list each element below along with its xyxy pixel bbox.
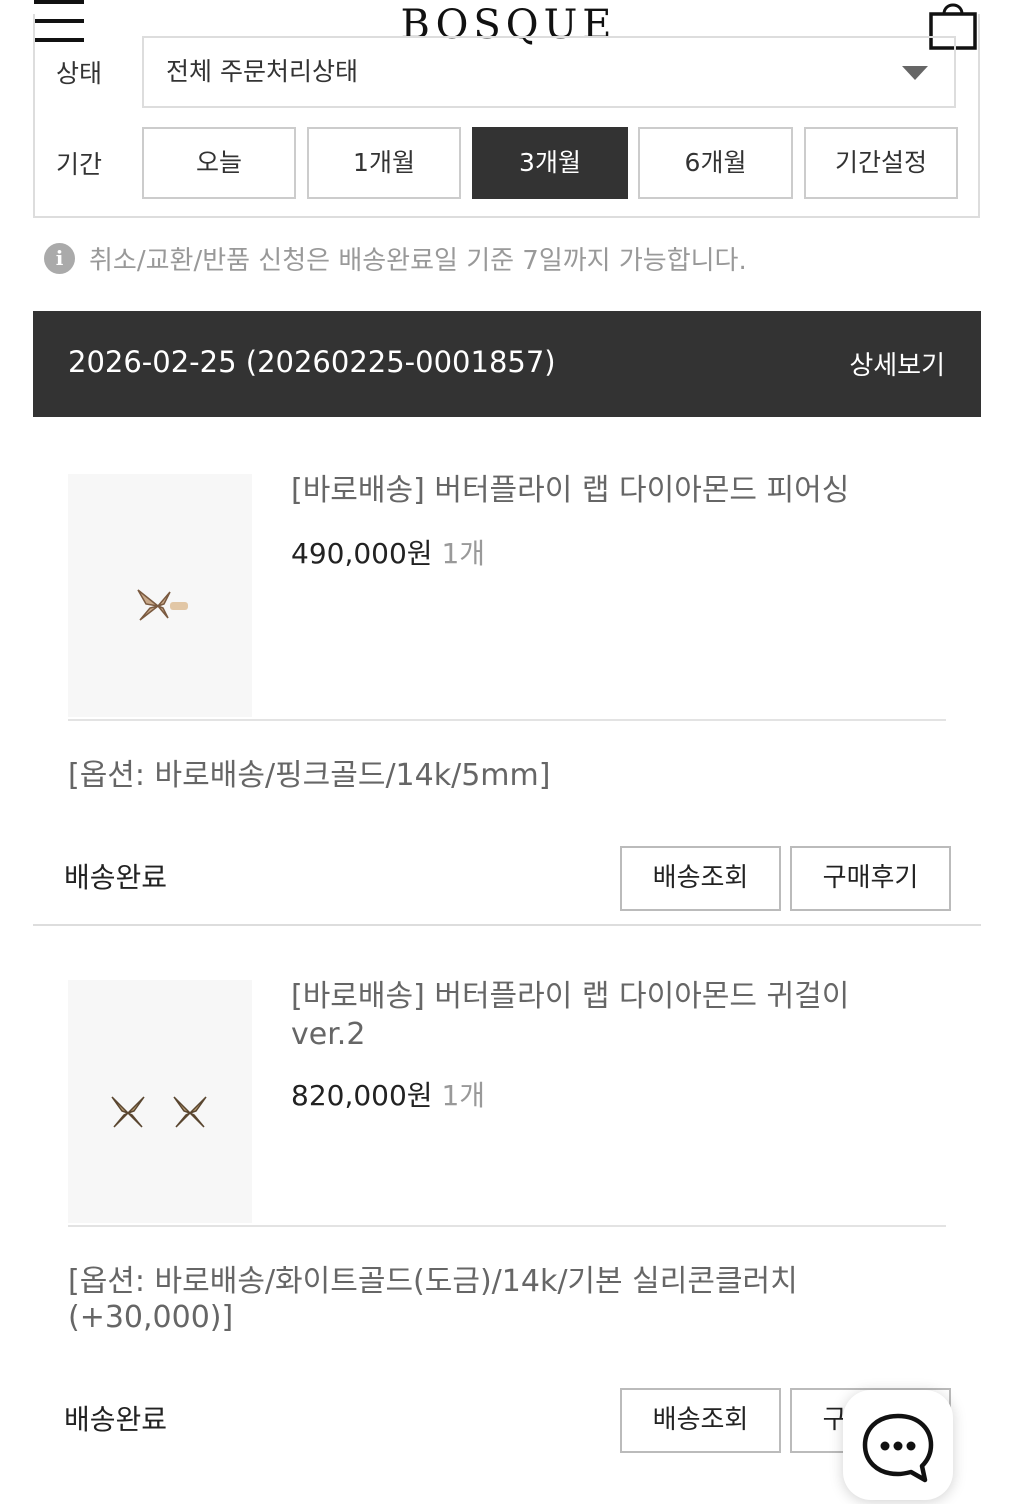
period-6month-button[interactable]: 6개월 <box>638 127 793 199</box>
product-price: 490,000원 <box>291 537 433 570</box>
track-delivery-button[interactable]: 배송조회 <box>620 846 781 911</box>
butterfly-earrings-image <box>111 1096 207 1128</box>
write-review-button[interactable]: 구매후기 <box>790 846 951 911</box>
product-qty: 1개 <box>441 1079 486 1112</box>
order-date-number: 2026-02-25 (20260225-0001857) <box>68 345 556 379</box>
return-notice: i 취소/교환/반품 신청은 배송완료일 기준 7일까지 가능합니다. <box>44 240 747 277</box>
period-1month-button[interactable]: 1개월 <box>307 127 461 199</box>
divider <box>68 1225 946 1227</box>
product-image[interactable] <box>68 980 252 1223</box>
chevron-down-icon <box>902 66 928 80</box>
divider <box>68 719 946 721</box>
info-icon: i <box>44 243 75 274</box>
delivery-status: 배송완료 <box>64 861 168 894</box>
period-label: 기간 <box>56 150 103 179</box>
product-image[interactable] <box>68 474 252 717</box>
product-name[interactable]: [바로배송] 버터플라이 랩 다이아몬드 귀걸이 ver.2 <box>291 978 911 1054</box>
period-3month-button[interactable]: 3개월 <box>472 127 628 199</box>
order-date: 2026-02-25 <box>68 345 237 379</box>
chat-bubble-icon <box>862 1413 934 1483</box>
delivery-status: 배송완료 <box>64 1403 168 1436</box>
product-option: [옵션: 바로배송/화이트골드(도금)/14k/기본 실리콘클러치 (+30,0… <box>68 1264 798 1335</box>
order-status-select[interactable]: 전체 주문처리상태 <box>142 36 956 108</box>
track-delivery-button[interactable]: 배송조회 <box>620 1388 781 1453</box>
chat-button[interactable] <box>843 1390 953 1500</box>
item-separator <box>33 924 981 926</box>
product-price-row: 820,000원 1개 <box>291 1074 485 1114</box>
status-label: 상태 <box>56 59 103 88</box>
order-status-value: 전체 주문처리상태 <box>166 57 358 86</box>
order-detail-link[interactable]: 상세보기 <box>849 345 945 382</box>
butterfly-earring-image <box>137 589 188 621</box>
product-name[interactable]: [바로배송] 버터플라이 랩 다이아몬드 피어싱 <box>291 472 911 510</box>
product-price-row: 490,000원 1개 <box>291 532 485 572</box>
order-header: 2026-02-25 (20260225-0001857) 상세보기 <box>33 311 981 417</box>
product-qty: 1개 <box>441 537 486 570</box>
period-custom-button[interactable]: 기간설정 <box>804 127 958 199</box>
notice-text: 취소/교환/반품 신청은 배송완료일 기준 7일까지 가능합니다. <box>89 246 747 276</box>
period-today-button[interactable]: 오늘 <box>142 127 296 199</box>
order-number: (20260225-0001857) <box>245 345 556 379</box>
product-option: [옵션: 바로배송/핑크골드/14k/5mm] <box>68 758 551 793</box>
product-price: 820,000원 <box>291 1079 433 1112</box>
